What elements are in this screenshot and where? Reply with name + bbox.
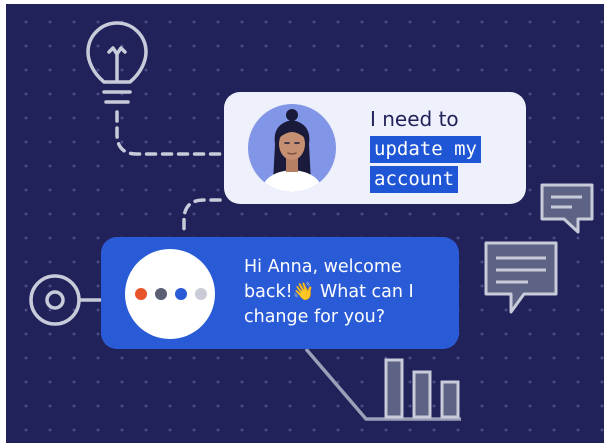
avatar bbox=[248, 104, 336, 192]
user-message-text: I need to update my account bbox=[370, 106, 530, 196]
bot-message-text: Hi Anna, welcome back!👋 What can I chang… bbox=[244, 257, 414, 327]
highlighted-text-line1: update my bbox=[370, 136, 481, 163]
user-message-bubble: I need to update my account bbox=[224, 92, 526, 204]
decorations bbox=[29, 21, 594, 421]
connector-dashed-1 bbox=[115, 110, 222, 156]
chat-icon-large bbox=[484, 241, 558, 314]
highlighted-text-line2: account bbox=[370, 166, 459, 193]
avatar-icon bbox=[260, 109, 324, 192]
lightbulb-icon bbox=[86, 21, 148, 104]
typing-dot-2 bbox=[155, 288, 167, 300]
user-message-line1: I need to bbox=[370, 107, 459, 131]
connector-dashed-2 bbox=[182, 198, 222, 236]
typing-indicator bbox=[125, 249, 215, 339]
illustration: I need to update my account Hi Anna, wel… bbox=[6, 4, 604, 443]
bar-chart-icon bbox=[384, 358, 460, 419]
typing-dot-1 bbox=[135, 288, 147, 300]
typing-dot-3 bbox=[175, 288, 187, 300]
target-icon bbox=[29, 274, 81, 326]
chart-connector bbox=[304, 347, 461, 421]
bot-message-bubble: Hi Anna, welcome back!👋 What can I chang… bbox=[101, 237, 459, 349]
chat-icon-small bbox=[540, 183, 594, 234]
typing-dot-4 bbox=[195, 288, 207, 300]
